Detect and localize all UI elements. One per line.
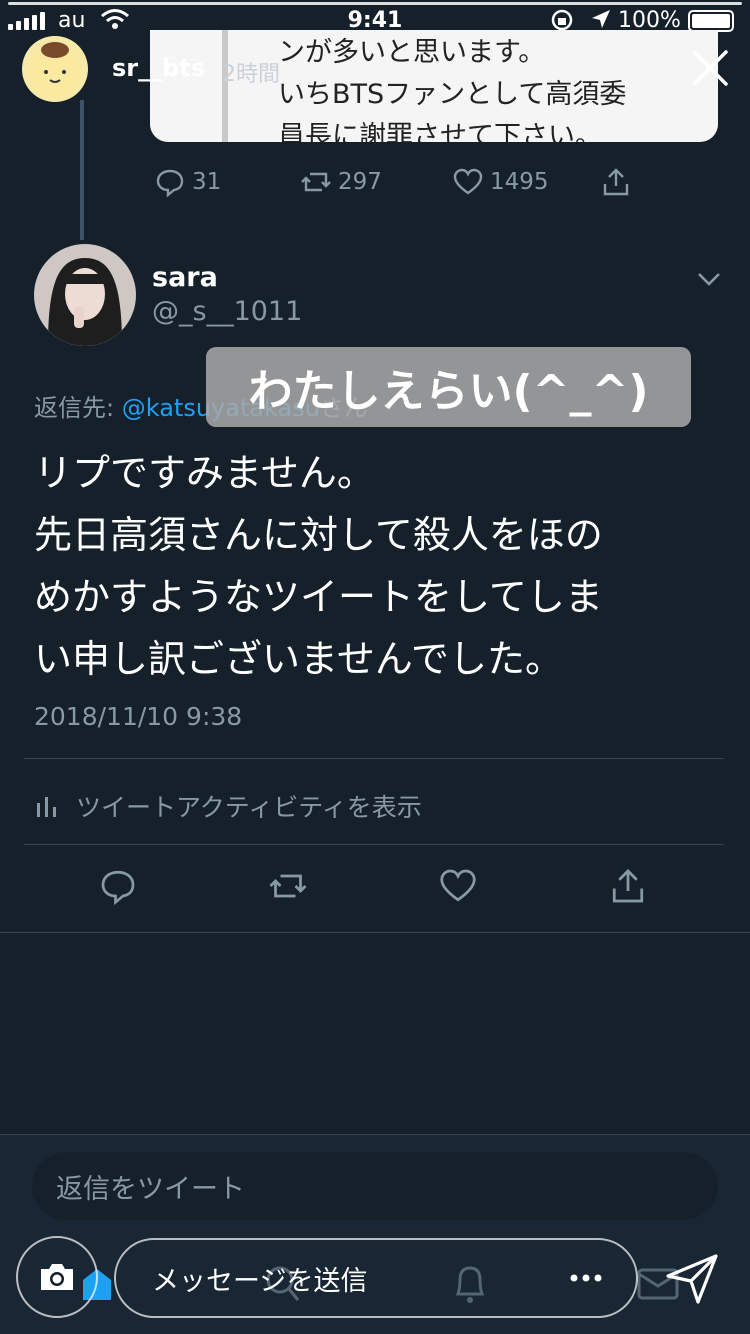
- reply-count: 31: [192, 169, 222, 195]
- quoted-tweet-actions: 31 297 1495: [0, 166, 750, 202]
- send-icon[interactable]: [664, 1250, 720, 1306]
- chevron-down-icon[interactable]: [696, 268, 722, 290]
- share-icon: [603, 168, 629, 196]
- activity-label: ツイートアクティビティを表示: [76, 793, 422, 822]
- reply-button[interactable]: [98, 866, 138, 906]
- like-count: 1495: [490, 169, 549, 195]
- rotation-lock-icon: [551, 9, 573, 31]
- message-input[interactable]: メッセージを送信: [114, 1238, 638, 1318]
- story-avatar[interactable]: [22, 36, 88, 102]
- retweet-button[interactable]: 297: [300, 166, 382, 198]
- heart-icon: [440, 869, 476, 902]
- avatar[interactable]: [34, 244, 136, 346]
- pompompurin-icon: [29, 42, 81, 98]
- divider: [0, 932, 750, 933]
- quote-line: 員長に謝罪させて下さい。: [278, 121, 602, 142]
- divider: [24, 758, 724, 759]
- retweet-button[interactable]: [268, 866, 308, 906]
- battery-icon: [688, 10, 734, 32]
- retweet-count: 297: [338, 169, 382, 195]
- tweet-text: リプですみません。 先日高須さんに対して殺人をほの めかすようなツイートをしてし…: [34, 451, 603, 681]
- reply-icon: [101, 870, 135, 906]
- reply-button[interactable]: 31: [154, 166, 221, 198]
- bar-chart-icon: [37, 797, 56, 817]
- tweet-activity-link[interactable]: ツイートアクティビティを表示: [34, 788, 422, 824]
- quote-line: いちBTSファンとして高須委: [278, 79, 627, 110]
- like-button[interactable]: 1495: [452, 166, 549, 198]
- tweet-actions: [0, 866, 750, 912]
- story-caption: わたしえらい(^_^): [206, 347, 691, 427]
- profile-photo: [34, 244, 136, 346]
- reply-to-label: 返信先:: [34, 394, 115, 422]
- quote-line: ンが多いと思います。: [278, 37, 546, 68]
- retweet-icon: [269, 874, 307, 898]
- more-icon[interactable]: [566, 1272, 606, 1284]
- camera-button[interactable]: [16, 1236, 98, 1318]
- display-name[interactable]: sara: [152, 262, 218, 293]
- share-icon: [612, 869, 644, 903]
- like-button[interactable]: [438, 866, 478, 906]
- reply-icon: [156, 169, 184, 198]
- share-button[interactable]: [600, 166, 632, 198]
- share-button[interactable]: [608, 866, 648, 906]
- location-icon: [592, 10, 610, 28]
- heart-icon: [453, 168, 483, 195]
- retweet-icon: [301, 172, 331, 192]
- close-icon[interactable]: [688, 46, 732, 90]
- divider: [24, 844, 724, 845]
- camera-icon: [41, 1264, 73, 1290]
- story-time: 2時間: [222, 62, 280, 87]
- tweet-date: 2018/11/10 9:38: [34, 702, 243, 731]
- user-handle[interactable]: @_s__1011: [152, 296, 302, 327]
- reply-tweet-input[interactable]: 返信をツイート: [32, 1152, 718, 1220]
- story-username[interactable]: sr__bts: [112, 54, 205, 82]
